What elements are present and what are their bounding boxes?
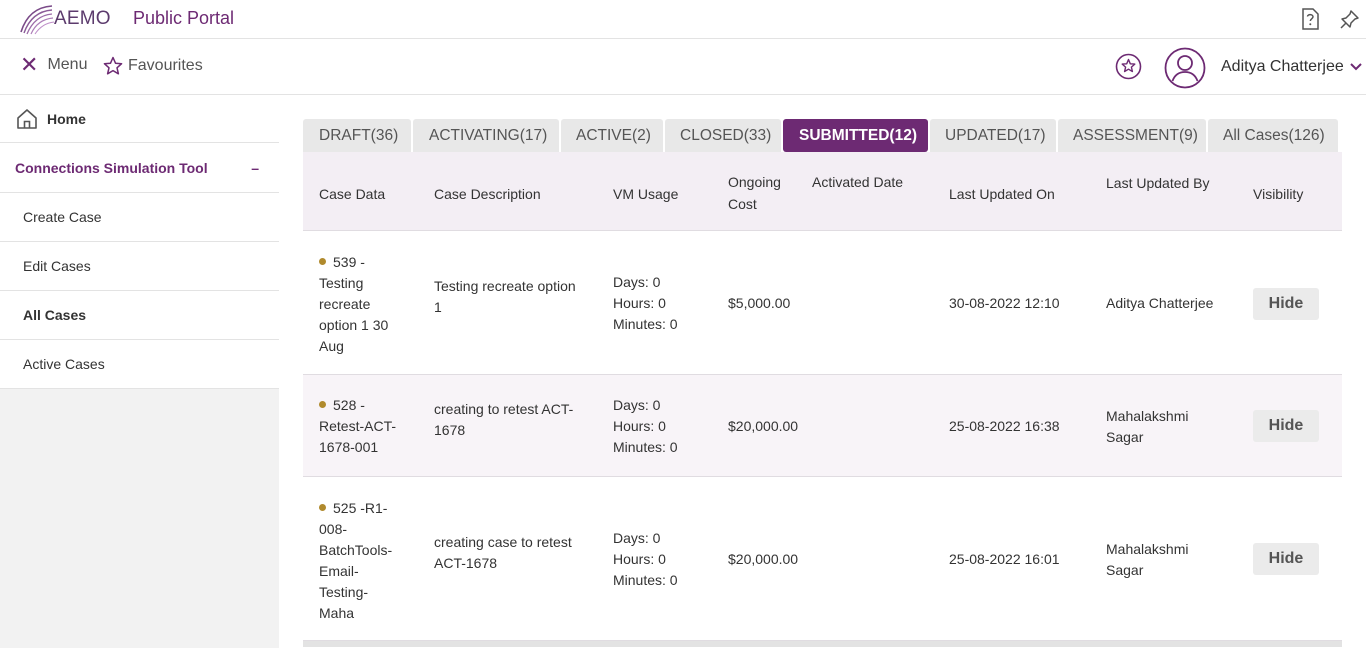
- pin-icon[interactable]: [1340, 9, 1360, 29]
- home-icon: [17, 108, 37, 129]
- favourite-star-icon[interactable]: [1115, 53, 1142, 80]
- table-footer-divider: [303, 641, 1342, 647]
- tab-closed[interactable]: CLOSED(33): [665, 119, 781, 152]
- last-updated-on-cell: 25-08-2022 16:01: [949, 551, 1060, 567]
- cases-table: Case Data Case Description VM Usage Ongo…: [303, 152, 1342, 647]
- case-data-cell[interactable]: 525 -R1- 008- BatchTools- Email- Testing…: [319, 498, 409, 624]
- chevron-down-icon[interactable]: [1349, 61, 1363, 73]
- last-updated-on-cell: 30-08-2022 12:10: [949, 295, 1060, 311]
- sidebar-item-all-cases[interactable]: All Cases: [0, 291, 279, 340]
- hide-button[interactable]: Hide: [1253, 543, 1319, 575]
- portal-title: Public Portal: [133, 8, 235, 28]
- column-header-visibility[interactable]: Visibility: [1253, 183, 1303, 205]
- menu-label: Menu: [47, 56, 88, 73]
- close-icon: ✕: [20, 52, 39, 77]
- favourites-label: Favourites: [128, 57, 203, 74]
- sub-bar: ✕ Menu Favourites Aditya Chatterjee: [0, 39, 1366, 95]
- section-label: Connections Simulation Tool: [15, 159, 208, 176]
- column-header-last-updated-by[interactable]: Last Updated By: [1106, 172, 1210, 194]
- table-row[interactable]: 525 -R1- 008- BatchTools- Email- Testing…: [303, 477, 1342, 641]
- favourites-button[interactable]: Favourites: [103, 56, 203, 76]
- sidebar-item-active-cases[interactable]: Active Cases: [0, 340, 279, 389]
- ongoing-cost-cell: $5,000.00: [728, 295, 791, 311]
- collapse-icon[interactable]: –: [251, 160, 259, 176]
- status-dot: [319, 401, 326, 408]
- column-header-case-data[interactable]: Case Data: [319, 183, 385, 205]
- case-description-cell: creating case to retest ACT-1678: [434, 534, 572, 571]
- case-data-cell[interactable]: 539 - Testing recreate option 1 30 Aug: [319, 252, 409, 357]
- status-dot: [319, 258, 326, 265]
- ongoing-cost-cell: $20,000.00: [728, 551, 799, 567]
- status-dot: [319, 504, 326, 511]
- home-label: Home: [47, 110, 86, 127]
- user-name[interactable]: Aditya Chatterjee: [1221, 58, 1344, 76]
- table-row[interactable]: 528 - Retest-ACT- 1678-001 creating to r…: [303, 375, 1342, 477]
- sidebar: Home Connections Simulation Tool – Creat…: [0, 95, 279, 648]
- sidebar-item-edit-cases[interactable]: Edit Cases: [0, 242, 279, 291]
- sidebar-item-home[interactable]: Home: [0, 95, 279, 143]
- tab-updated[interactable]: UPDATED(17): [930, 119, 1056, 152]
- sidebar-item-create-case[interactable]: Create Case: [0, 193, 279, 242]
- table-row[interactable]: 539 - Testing recreate option 1 30 Aug T…: [303, 231, 1342, 375]
- top-bar: AEMO Public Portal: [0, 0, 1366, 39]
- help-icon[interactable]: [1300, 8, 1320, 30]
- last-updated-by-cell: Mahalakshmi Sagar: [1106, 541, 1189, 578]
- case-data-cell[interactable]: 528 - Retest-ACT- 1678-001: [319, 395, 409, 458]
- hide-button[interactable]: Hide: [1253, 410, 1319, 442]
- last-updated-on-cell: 25-08-2022 16:38: [949, 418, 1060, 434]
- last-updated-by-cell: Mahalakshmi Sagar: [1106, 408, 1189, 445]
- star-icon: [103, 56, 123, 75]
- last-updated-by-cell: Aditya Chatterjee: [1106, 295, 1214, 311]
- ongoing-cost-line-2: Cost: [728, 196, 757, 212]
- tab-submitted[interactable]: SUBMITTED(12): [783, 119, 928, 152]
- column-header-ongoing-cost[interactable]: Ongoing Cost: [728, 171, 781, 215]
- status-tabs: DRAFT(36) ACTIVATING(17) ACTIVE(2) CLOSE…: [303, 119, 1340, 152]
- vm-usage-cell: Days: 0 Hours: 0 Minutes: 0: [613, 397, 678, 455]
- logo-text: AEMO: [54, 8, 111, 29]
- sidebar-section-connections-simulation-tool[interactable]: Connections Simulation Tool –: [0, 143, 279, 193]
- column-header-vm-usage[interactable]: VM Usage: [613, 183, 678, 205]
- tab-all-cases[interactable]: All Cases(126): [1208, 119, 1338, 152]
- avatar[interactable]: [1164, 47, 1206, 89]
- vm-usage-cell: Days: 0 Hours: 0 Minutes: 0: [613, 530, 678, 588]
- tab-activating[interactable]: ACTIVATING(17): [413, 119, 559, 152]
- menu-button[interactable]: ✕ Menu: [20, 52, 88, 77]
- tab-draft[interactable]: DRAFT(36): [303, 119, 411, 152]
- tab-assessment[interactable]: ASSESSMENT(9): [1058, 119, 1206, 152]
- case-description-cell: creating to retest ACT- 1678: [434, 401, 574, 438]
- ongoing-cost-line-1: Ongoing: [728, 174, 781, 190]
- column-header-case-description[interactable]: Case Description: [434, 183, 541, 205]
- vm-usage-cell: Days: 0 Hours: 0 Minutes: 0: [613, 274, 678, 332]
- column-header-last-updated-on[interactable]: Last Updated On: [949, 183, 1055, 205]
- ongoing-cost-cell: $20,000.00: [728, 418, 799, 434]
- table-header: Case Data Case Description VM Usage Ongo…: [303, 152, 1342, 231]
- tab-active[interactable]: ACTIVE(2): [561, 119, 663, 152]
- hide-button[interactable]: Hide: [1253, 288, 1319, 320]
- aemo-logo[interactable]: AEMO: [18, 2, 111, 36]
- aemo-logo-icon: [20, 5, 55, 35]
- case-description-cell: Testing recreate option 1: [434, 278, 576, 315]
- column-header-activated-date[interactable]: Activated Date: [812, 171, 903, 193]
